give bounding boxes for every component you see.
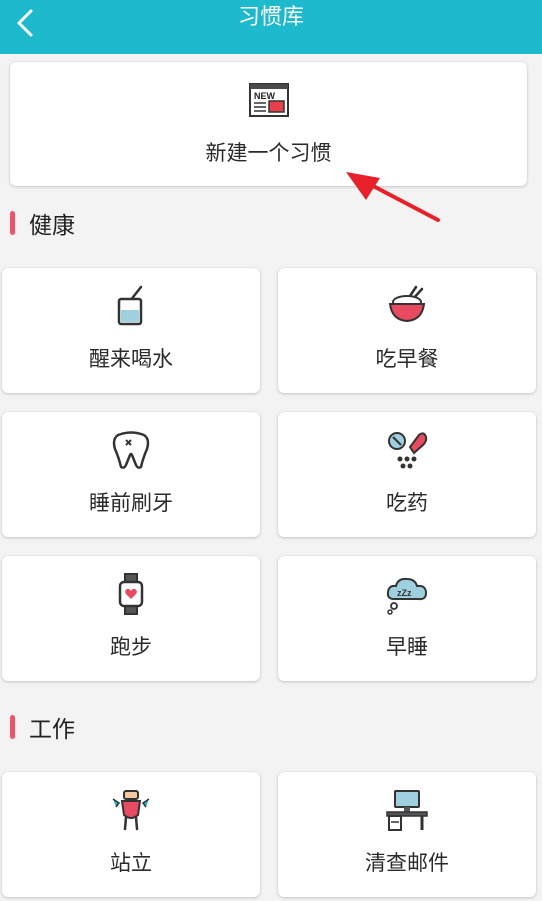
section-accent-bar [10,715,15,739]
new-habit-button[interactable]: NEW 新建一个习惯 [10,62,527,186]
habit-label: 吃药 [386,491,428,515]
computer-desk-icon [386,790,428,831]
habit-card-check-email[interactable]: 清查邮件 [278,772,536,897]
smartwatch-icon [118,573,144,615]
habit-label: 醒来喝水 [89,347,173,371]
habit-card-take-medicine[interactable]: 吃药 [278,412,536,537]
habit-card-running[interactable]: 跑步 [2,556,260,681]
habit-card-stand-up[interactable]: 站立 [2,772,260,897]
svg-text:NEW: NEW [254,91,276,101]
new-newspaper-icon: NEW [248,83,289,117]
habit-label: 跑步 [110,635,152,659]
habit-label: 吃早餐 [375,347,439,371]
page-title: 习惯库 [237,5,304,30]
section-work-title: 工作 [10,712,75,743]
new-habit-label: 新建一个习惯 [205,141,332,165]
habit-card-brush-teeth[interactable]: 睡前刷牙 [2,412,260,537]
section-work-label: 工作 [29,717,75,743]
rice-bowl-icon [388,285,426,323]
habit-card-drink-water[interactable]: 醒来喝水 [2,268,260,393]
section-accent-bar [10,211,15,235]
habit-card-early-sleep[interactable]: zZz 早睡 [278,556,536,681]
habit-label: 睡前刷牙 [89,491,173,515]
app-header: 习惯库 [0,0,542,54]
habit-label: 早睡 [386,635,428,659]
tooth-icon [112,431,150,469]
section-health-title: 健康 [10,208,75,239]
section-health-label: 健康 [29,213,75,239]
annotation-arrow-icon [346,172,440,222]
habit-label: 清查邮件 [365,851,449,875]
svg-text:zZz: zZz [397,588,412,598]
pills-icon [388,432,428,469]
standing-figure-icon [112,790,150,831]
water-glass-icon [117,285,143,326]
habit-card-breakfast[interactable]: 吃早餐 [278,268,536,393]
habit-label: 站立 [110,851,152,875]
sleep-cloud-icon: zZz [386,577,428,615]
